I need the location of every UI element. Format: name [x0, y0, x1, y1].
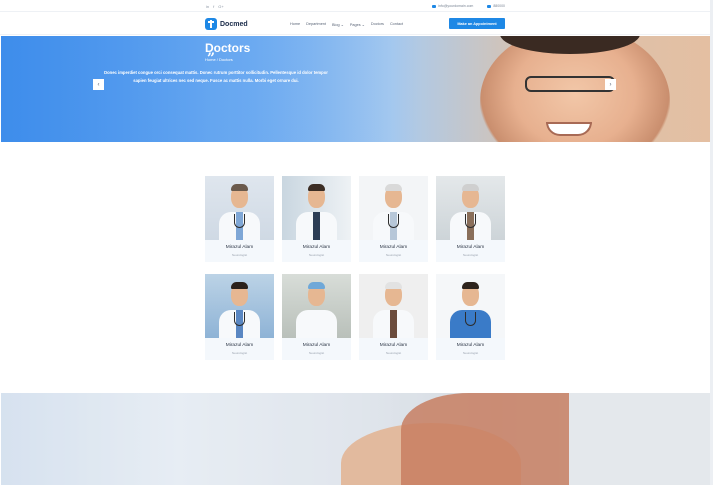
logo-text: Docmed	[220, 20, 248, 28]
doctor-photo	[282, 176, 351, 240]
doctor-photo	[436, 176, 505, 240]
nav-item-home[interactable]: Home	[290, 22, 300, 27]
doctor-role: Neurologist	[385, 351, 402, 355]
doctor-card[interactable]: Mirazul Alam Neurologist	[205, 176, 274, 262]
social-links: in f G+	[206, 4, 224, 9]
doctor-name: Mirazul Alam	[302, 343, 331, 348]
medical-cross-icon	[205, 18, 217, 30]
doctor-photo	[436, 274, 505, 338]
doctor-card[interactable]: Mirazul Alam Neurologist	[282, 176, 351, 262]
logo[interactable]: Docmed	[205, 18, 248, 30]
doctor-card[interactable]: Mirazul Alam Neurologist	[359, 274, 428, 360]
nav-item-blog[interactable]: Blog ⌄	[332, 22, 344, 27]
doctor-photo	[359, 274, 428, 338]
doctor-name: Mirazul Alam	[302, 245, 331, 250]
doctor-photo	[205, 176, 274, 240]
hero-banner	[1, 36, 710, 142]
doctor-role: Neurologist	[462, 253, 479, 257]
main-nav: Home Department Blog ⌄ Pages ⌄ Doctors C…	[290, 22, 403, 27]
doctor-role: Neurologist	[385, 253, 402, 257]
doctor-name: Mirazul Alam	[225, 343, 254, 348]
site-header: Docmed Home Department Blog ⌄ Pages ⌄ Do…	[0, 12, 713, 35]
doctor-role: Neurologist	[308, 253, 325, 257]
doctor-name: Mirazul Alam	[379, 343, 408, 348]
nav-item-doctors[interactable]: Doctors	[371, 22, 384, 27]
nav-item-contact[interactable]: Contact	[390, 22, 403, 27]
doctor-role: Neurologist	[462, 351, 479, 355]
doctor-card[interactable]: Mirazul Alam Neurologist	[436, 274, 505, 360]
envelope-icon	[432, 4, 437, 8]
doctor-card[interactable]: Mirazul Alam Neurologist	[359, 176, 428, 262]
contact-info: info@yourdomain.com 880000	[432, 4, 505, 8]
email-info[interactable]: info@yourdomain.com	[432, 4, 473, 8]
doctor-card[interactable]: Mirazul Alam Neurologist	[205, 274, 274, 360]
doctor-name: Mirazul Alam	[379, 245, 408, 250]
phone-info[interactable]: 880000	[487, 4, 505, 8]
nav-item-pages[interactable]: Pages ⌄	[350, 22, 365, 27]
doctor-role: Neurologist	[231, 351, 248, 355]
doctor-card[interactable]: Mirazul Alam Neurologist	[282, 274, 351, 360]
testimonial-text: Donec imperdiet congue orci consequat ma…	[104, 70, 328, 83]
doctor-name: Mirazul Alam	[456, 245, 485, 250]
doctors-grid: Mirazul Alam Neurologist Mirazul Alam Ne…	[205, 176, 505, 362]
doctor-photo	[282, 274, 351, 338]
quote-icon: ”	[207, 51, 216, 67]
make-appointment-button[interactable]: Make an Appointment	[449, 18, 505, 29]
chevron-right-icon[interactable]: ›	[605, 79, 616, 90]
facebook-icon[interactable]: f	[213, 4, 214, 9]
doctor-name: Mirazul Alam	[225, 245, 254, 250]
chevron-left-icon[interactable]: ‹	[93, 79, 104, 90]
doctor-role: Neurologist	[308, 351, 325, 355]
phone-icon	[487, 4, 492, 8]
google-plus-icon[interactable]: G+	[218, 4, 223, 9]
page: in f G+ info@yourdomain.com 880000 Docme…	[0, 0, 713, 485]
top-bar: in f G+ info@yourdomain.com 880000	[0, 0, 713, 12]
doctor-name: Mirazul Alam	[456, 343, 485, 348]
nav-item-department[interactable]: Department	[306, 22, 326, 27]
doctor-card[interactable]: Mirazul Alam Neurologist	[436, 176, 505, 262]
doctor-role: Neurologist	[231, 253, 248, 257]
doctor-photo	[359, 176, 428, 240]
testimonial-section	[1, 393, 710, 485]
doctor-photo	[205, 274, 274, 338]
linkedin-icon[interactable]: in	[206, 4, 209, 9]
